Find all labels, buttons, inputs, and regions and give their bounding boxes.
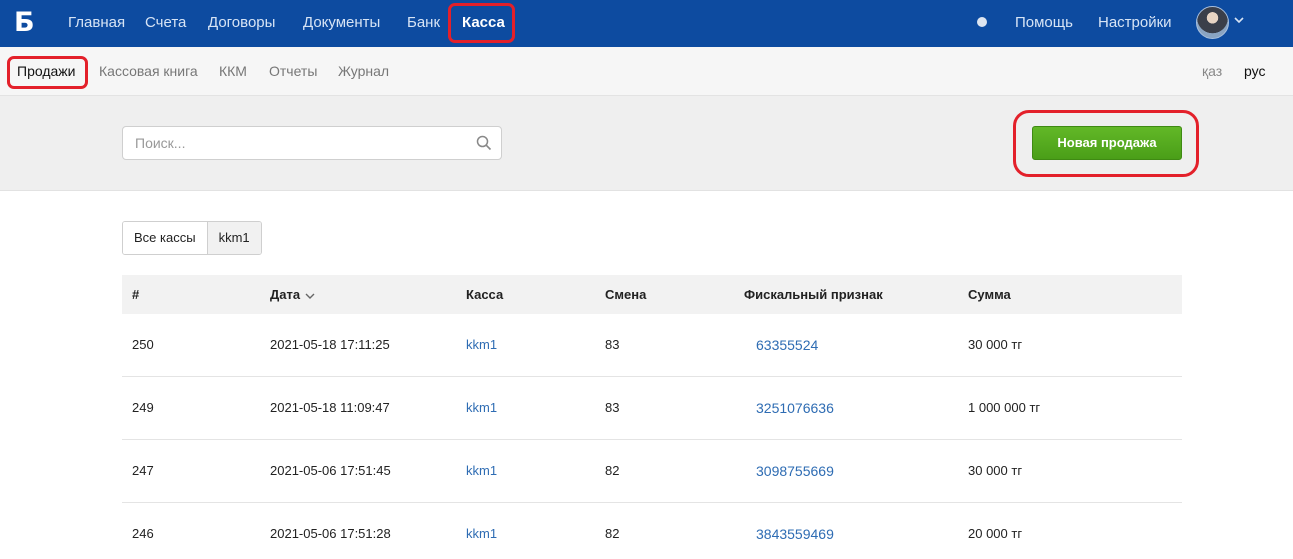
cell-amount: 1 000 000 тг: [968, 400, 1041, 415]
cell-date: 2021-05-18 17:11:25: [270, 337, 390, 352]
cell-fiscal-sign-link[interactable]: 3843559469: [756, 503, 834, 559]
column-header-amount[interactable]: Сумма: [968, 275, 1011, 314]
cell-amount: 20 000 тг: [968, 526, 1023, 541]
cell-amount: 30 000 тг: [968, 337, 1023, 352]
sub-navbar: Продажи Кассовая книга ККМ Отчеты Журнал…: [0, 47, 1293, 96]
search-input[interactable]: [123, 127, 463, 159]
column-header-date[interactable]: Дата: [270, 275, 315, 314]
cell-number: 247: [132, 463, 154, 478]
new-sale-button[interactable]: Новая продажа: [1032, 126, 1182, 160]
subnav-item-journal[interactable]: Журнал: [338, 47, 389, 96]
column-header-shift[interactable]: Смена: [605, 275, 646, 314]
nav-item-cashbox[interactable]: Касса: [462, 0, 505, 47]
logo[interactable]: Б: [14, 8, 35, 38]
cell-shift: 82: [605, 463, 620, 478]
cell-date: 2021-05-18 11:09:47: [270, 400, 390, 415]
top-navbar: Б Главная Счета Договоры Документы Банк …: [0, 0, 1293, 47]
cell-number: 246: [132, 526, 154, 541]
cell-shift: 83: [605, 400, 620, 415]
settings-link[interactable]: Настройки: [1098, 0, 1172, 47]
nav-item-documents[interactable]: Документы: [303, 0, 380, 47]
chevron-down-icon[interactable]: [1234, 15, 1244, 25]
search-box: [122, 126, 502, 160]
subnav-item-cash-book[interactable]: Кассовая книга: [99, 47, 198, 96]
cell-date: 2021-05-06 17:51:45: [270, 463, 391, 478]
cell-amount: 30 000 тг: [968, 463, 1023, 478]
cell-cashbox-link[interactable]: kkm1: [466, 314, 497, 376]
subnav-item-sales[interactable]: Продажи: [17, 47, 75, 96]
cashbox-filter: Все кассы kkm1: [122, 221, 262, 255]
column-header-cashbox[interactable]: Касса: [466, 275, 503, 314]
table-header: # Дата Касса Смена Фискальный признак Су…: [122, 275, 1182, 314]
cell-cashbox-link[interactable]: kkm1: [466, 377, 497, 439]
avatar[interactable]: [1196, 6, 1229, 39]
column-header-number[interactable]: #: [132, 275, 139, 314]
cell-fiscal-sign-link[interactable]: 63355524: [756, 314, 818, 376]
cell-cashbox-link[interactable]: kkm1: [466, 440, 497, 502]
nav-item-home[interactable]: Главная: [68, 0, 125, 47]
cell-shift: 82: [605, 526, 620, 541]
column-header-fiscal-sign[interactable]: Фискальный признак: [744, 275, 883, 314]
cell-number: 250: [132, 337, 154, 352]
filter-all-cashboxes[interactable]: Все кассы: [123, 222, 207, 254]
subnav-item-kkm[interactable]: ККМ: [219, 47, 247, 96]
subnav-item-reports[interactable]: Отчеты: [269, 47, 317, 96]
table-row[interactable]: 249 2021-05-18 11:09:47 kkm1 83 32510766…: [122, 377, 1182, 440]
nav-item-invoices[interactable]: Счета: [145, 0, 186, 47]
cell-shift: 83: [605, 337, 620, 352]
table-row[interactable]: 246 2021-05-06 17:51:28 kkm1 82 38435594…: [122, 503, 1182, 559]
cell-date: 2021-05-06 17:51:28: [270, 526, 391, 541]
cell-number: 249: [132, 400, 154, 415]
filter-kkm1[interactable]: kkm1: [206, 222, 261, 254]
cell-cashbox-link[interactable]: kkm1: [466, 503, 497, 559]
cell-fiscal-sign-link[interactable]: 3098755669: [756, 440, 834, 502]
nav-item-bank[interactable]: Банк: [407, 0, 440, 47]
cell-fiscal-sign-link[interactable]: 3251076636: [756, 377, 834, 439]
column-header-date-label: Дата: [270, 287, 301, 302]
help-link[interactable]: Помощь: [1015, 0, 1073, 47]
table-row[interactable]: 250 2021-05-18 17:11:25 kkm1 83 63355524…: [122, 314, 1182, 377]
notification-dot-icon[interactable]: [977, 17, 987, 27]
sort-down-icon[interactable]: [305, 291, 315, 301]
table-row[interactable]: 247 2021-05-06 17:51:45 kkm1 82 30987556…: [122, 440, 1182, 503]
nav-item-contracts[interactable]: Договоры: [208, 0, 275, 47]
language-kz[interactable]: қаз: [1202, 47, 1222, 96]
search-icon[interactable]: [476, 135, 492, 151]
language-ru[interactable]: рус: [1244, 47, 1265, 96]
